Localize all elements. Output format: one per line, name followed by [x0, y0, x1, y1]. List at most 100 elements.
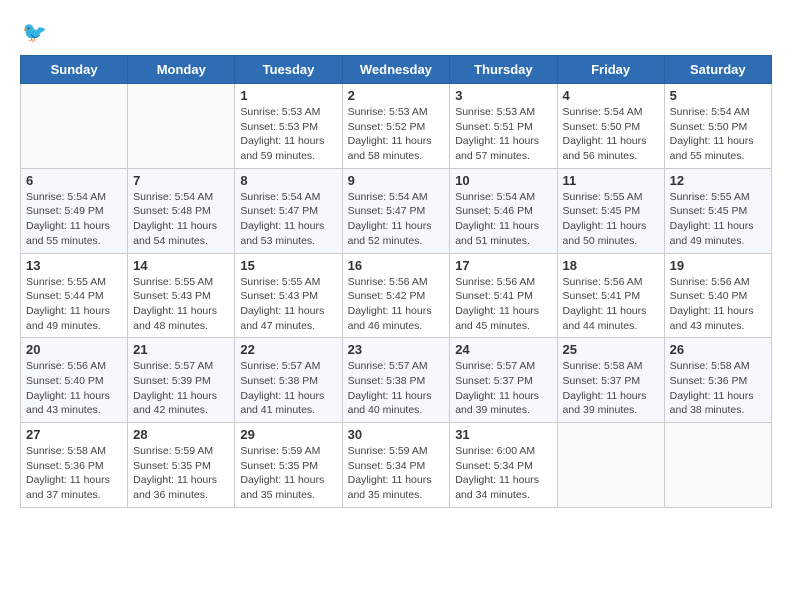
weekday-header-wednesday: Wednesday — [342, 56, 450, 84]
calendar-cell: 10Sunrise: 5:54 AM Sunset: 5:46 PM Dayli… — [450, 168, 557, 253]
calendar-cell: 30 Sunrise: 5:59 AM Sunset: 5:34 PM Dayli… — [342, 423, 450, 508]
day-info: Sunrise: 5:59 AM Sunset: 5:35 PM Dayligh… — [133, 444, 229, 503]
day-info: Sunrise: 5:53 AM Sunset: 5:53 PM Dayligh… — [240, 105, 336, 164]
day-number: 3 — [455, 88, 551, 103]
calendar-cell: 23 Sunrise: 5:57 AM Sunset: 5:38 PM Dayli… — [342, 338, 450, 423]
calendar-cell: 13 Sunrise: 5:55 AM Sunset: 5:44 PM Dayli… — [21, 253, 128, 338]
calendar-cell — [557, 423, 664, 508]
calendar-cell: 6 Sunrise: 5:54 AM Sunset: 5:49 PM Daylig… — [21, 168, 128, 253]
day-number: 8 — [240, 173, 336, 188]
day-info: Sunrise: 5:57 AM Sunset: 5:37 PM Dayligh… — [455, 359, 551, 418]
calendar-cell: 8 Sunrise: 5:54 AM Sunset: 5:47 PM Daylig… — [235, 168, 342, 253]
day-number: 17 — [455, 258, 551, 273]
day-info: Sunrise: 5:54 AM Sunset: 5:48 PM Dayligh… — [133, 190, 229, 249]
day-number: 12 — [670, 173, 766, 188]
day-number: 11 — [563, 173, 659, 188]
day-number: 4 — [563, 88, 659, 103]
day-info: Sunrise: 5:54 AM Sunset: 5:50 PM Dayligh… — [563, 105, 659, 164]
calendar-cell: 1 Sunrise: 5:53 AM Sunset: 5:53 PM Daylig… — [235, 84, 342, 169]
calendar-cell: 26 Sunrise: 5:58 AM Sunset: 5:36 PM Dayli… — [664, 338, 771, 423]
day-info: Sunrise: 5:56 AM Sunset: 5:42 PM Dayligh… — [348, 275, 445, 334]
day-number: 7 — [133, 173, 229, 188]
day-number: 2 — [348, 88, 445, 103]
day-info: Sunrise: 5:56 AM Sunset: 5:40 PM Dayligh… — [670, 275, 766, 334]
calendar-cell: 17 Sunrise: 5:56 AM Sunset: 5:41 PM Dayli… — [450, 253, 557, 338]
day-info: Sunrise: 5:58 AM Sunset: 5:36 PM Dayligh… — [26, 444, 122, 503]
calendar-cell: 25Sunrise: 5:58 AM Sunset: 5:37 PM Dayli… — [557, 338, 664, 423]
day-number: 24 — [455, 342, 551, 357]
logo: 🐦 — [20, 20, 47, 45]
calendar-cell: 20 Sunrise: 5:56 AM Sunset: 5:40 PM Dayli… — [21, 338, 128, 423]
day-info: Sunrise: 5:56 AM Sunset: 5:40 PM Dayligh… — [26, 359, 122, 418]
day-info: Sunrise: 5:55 AM Sunset: 5:45 PM Dayligh… — [563, 190, 659, 249]
calendar-cell: 2 Sunrise: 5:53 AM Sunset: 5:52 PM Daylig… — [342, 84, 450, 169]
day-number: 10 — [455, 173, 551, 188]
day-number: 23 — [348, 342, 445, 357]
day-info: Sunrise: 5:59 AM Sunset: 5:34 PM Dayligh… — [348, 444, 445, 503]
day-info: Sunrise: 5:55 AM Sunset: 5:43 PM Dayligh… — [133, 275, 229, 334]
day-info: Sunrise: 5:54 AM Sunset: 5:47 PM Dayligh… — [348, 190, 445, 249]
day-info: Sunrise: 5:58 AM Sunset: 5:37 PM Dayligh… — [563, 359, 659, 418]
day-number: 20 — [26, 342, 122, 357]
calendar-cell: 7 Sunrise: 5:54 AM Sunset: 5:48 PM Daylig… — [128, 168, 235, 253]
day-number: 19 — [670, 258, 766, 273]
calendar-cell: 15Sunrise: 5:55 AM Sunset: 5:43 PM Dayli… — [235, 253, 342, 338]
day-number: 16 — [348, 258, 445, 273]
calendar-cell: 16 Sunrise: 5:56 AM Sunset: 5:42 PM Dayli… — [342, 253, 450, 338]
calendar-cell: 9Sunrise: 5:54 AM Sunset: 5:47 PM Daylig… — [342, 168, 450, 253]
day-info: Sunrise: 5:59 AM Sunset: 5:35 PM Dayligh… — [240, 444, 336, 503]
weekday-header-sunday: Sunday — [21, 56, 128, 84]
day-info: Sunrise: 5:54 AM Sunset: 5:47 PM Dayligh… — [240, 190, 336, 249]
day-number: 1 — [240, 88, 336, 103]
day-info: Sunrise: 5:55 AM Sunset: 5:44 PM Dayligh… — [26, 275, 122, 334]
calendar-cell: 4 Sunrise: 5:54 AM Sunset: 5:50 PM Daylig… — [557, 84, 664, 169]
weekday-header-friday: Friday — [557, 56, 664, 84]
calendar-cell: 27 Sunrise: 5:58 AM Sunset: 5:36 PM Dayli… — [21, 423, 128, 508]
day-info: Sunrise: 5:56 AM Sunset: 5:41 PM Dayligh… — [455, 275, 551, 334]
calendar-cell: 31 Sunrise: 6:00 AM Sunset: 5:34 PM Dayli… — [450, 423, 557, 508]
day-number: 18 — [563, 258, 659, 273]
calendar-cell — [128, 84, 235, 169]
day-info: Sunrise: 5:55 AM Sunset: 5:43 PM Dayligh… — [240, 275, 336, 334]
day-info: Sunrise: 5:57 AM Sunset: 5:39 PM Dayligh… — [133, 359, 229, 418]
weekday-header-monday: Monday — [128, 56, 235, 84]
weekday-header-saturday: Saturday — [664, 56, 771, 84]
day-number: 6 — [26, 173, 122, 188]
calendar-cell: 28 Sunrise: 5:59 AM Sunset: 5:35 PM Dayli… — [128, 423, 235, 508]
day-number: 31 — [455, 427, 551, 442]
day-number: 13 — [26, 258, 122, 273]
logo-bird-icon: 🐦 — [22, 20, 47, 45]
day-number: 30 — [348, 427, 445, 442]
weekday-header-tuesday: Tuesday — [235, 56, 342, 84]
day-info: Sunrise: 5:58 AM Sunset: 5:36 PM Dayligh… — [670, 359, 766, 418]
day-info: Sunrise: 5:55 AM Sunset: 5:45 PM Dayligh… — [670, 190, 766, 249]
calendar-cell — [21, 84, 128, 169]
page-header: 🐦 — [20, 20, 772, 45]
day-info: Sunrise: 6:00 AM Sunset: 5:34 PM Dayligh… — [455, 444, 551, 503]
day-number: 28 — [133, 427, 229, 442]
calendar-cell: 29Sunrise: 5:59 AM Sunset: 5:35 PM Dayli… — [235, 423, 342, 508]
calendar-cell: 22 Sunrise: 5:57 AM Sunset: 5:38 PM Dayli… — [235, 338, 342, 423]
day-number: 27 — [26, 427, 122, 442]
calendar-cell: 21 Sunrise: 5:57 AM Sunset: 5:39 PM Dayli… — [128, 338, 235, 423]
calendar-cell: 5 Sunrise: 5:54 AM Sunset: 5:50 PM Daylig… — [664, 84, 771, 169]
calendar-cell: 3 Sunrise: 5:53 AM Sunset: 5:51 PM Daylig… — [450, 84, 557, 169]
calendar-cell: 11 Sunrise: 5:55 AM Sunset: 5:45 PM Dayli… — [557, 168, 664, 253]
day-number: 26 — [670, 342, 766, 357]
day-info: Sunrise: 5:53 AM Sunset: 5:52 PM Dayligh… — [348, 105, 445, 164]
day-number: 5 — [670, 88, 766, 103]
calendar-cell: 18 Sunrise: 5:56 AM Sunset: 5:41 PM Dayli… — [557, 253, 664, 338]
calendar-table: SundayMondayTuesdayWednesdayThursdayFrid… — [20, 55, 772, 508]
calendar-cell: 14Sunrise: 5:55 AM Sunset: 5:43 PM Dayli… — [128, 253, 235, 338]
day-info: Sunrise: 5:54 AM Sunset: 5:50 PM Dayligh… — [670, 105, 766, 164]
calendar-cell: 12 Sunrise: 5:55 AM Sunset: 5:45 PM Dayli… — [664, 168, 771, 253]
day-info: Sunrise: 5:57 AM Sunset: 5:38 PM Dayligh… — [240, 359, 336, 418]
day-info: Sunrise: 5:56 AM Sunset: 5:41 PM Dayligh… — [563, 275, 659, 334]
day-info: Sunrise: 5:57 AM Sunset: 5:38 PM Dayligh… — [348, 359, 445, 418]
day-info: Sunrise: 5:53 AM Sunset: 5:51 PM Dayligh… — [455, 105, 551, 164]
day-number: 21 — [133, 342, 229, 357]
day-number: 22 — [240, 342, 336, 357]
calendar-cell — [664, 423, 771, 508]
day-info: Sunrise: 5:54 AM Sunset: 5:49 PM Dayligh… — [26, 190, 122, 249]
calendar-cell: 19 Sunrise: 5:56 AM Sunset: 5:40 PM Dayli… — [664, 253, 771, 338]
